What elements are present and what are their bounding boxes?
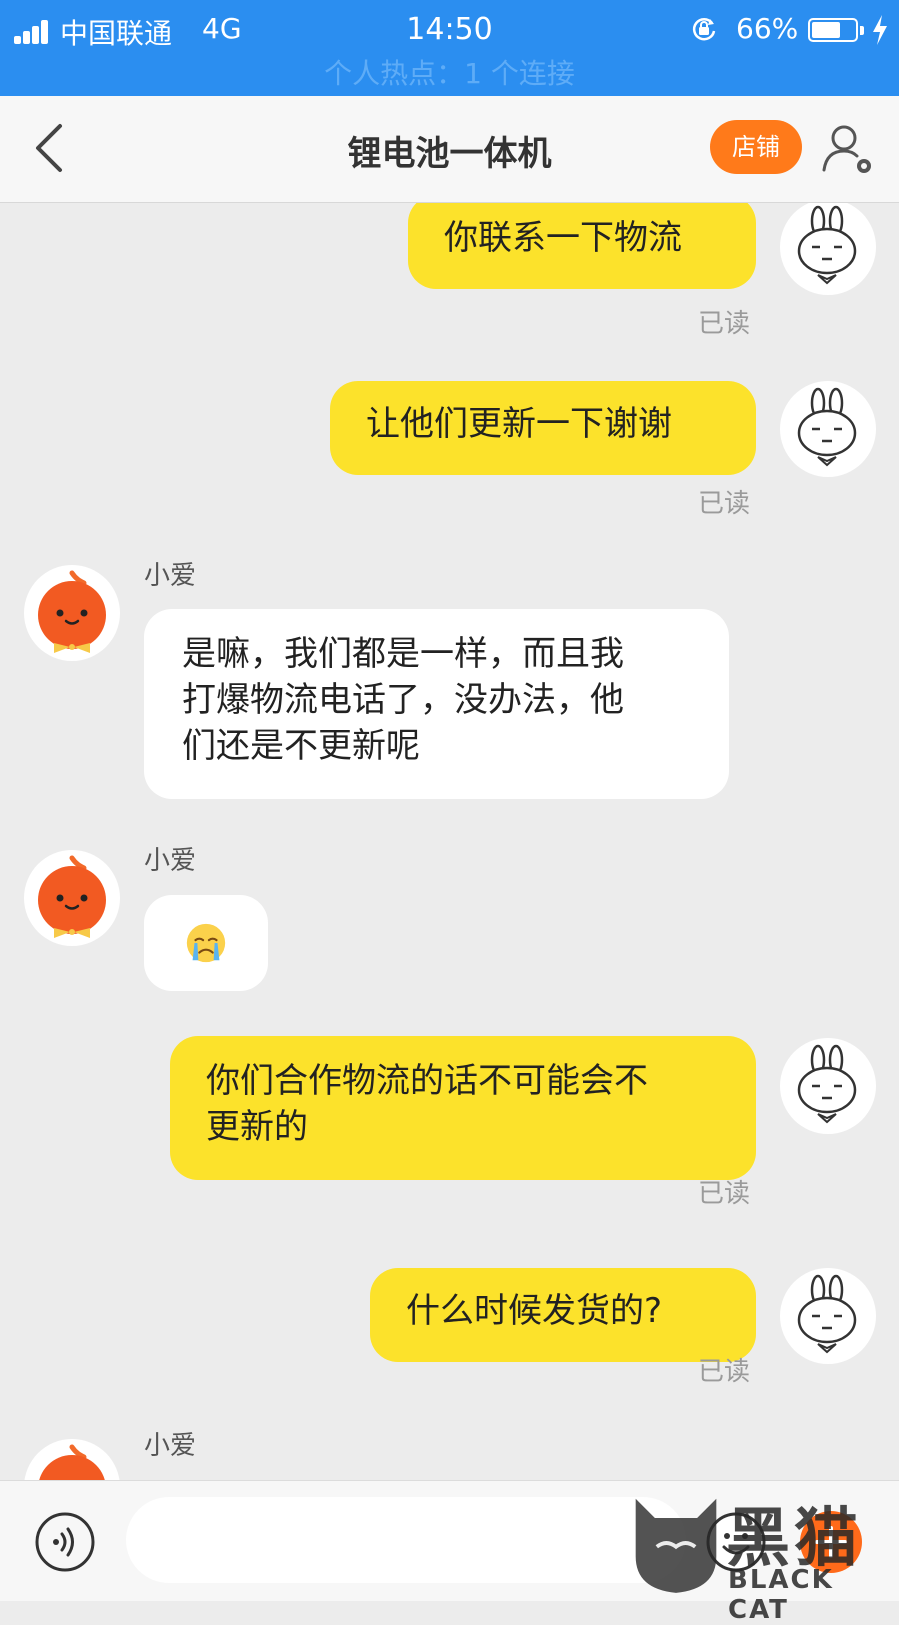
read-status: 已读 xyxy=(698,1357,751,1387)
rabbit-avatar-icon[interactable] xyxy=(780,203,876,295)
orange-mascot-avatar-icon[interactable] xyxy=(24,850,120,946)
read-status: 已读 xyxy=(698,309,751,339)
rabbit-avatar-icon[interactable] xyxy=(780,1038,876,1134)
hotspot-banner[interactable]: 个人热点：1 个连接 xyxy=(0,52,899,92)
read-status: 已读 xyxy=(698,489,751,519)
nav-bar: 锂电池一体机 店铺 xyxy=(0,96,899,203)
sender-name: 小爱 xyxy=(144,846,197,876)
message-line: 更新的 xyxy=(206,1107,308,1147)
battery-icon xyxy=(808,18,858,42)
their-message-bubble[interactable]: 是嘛，我们都是一样，而且我 打爆物流电话了，没办法，他 们还是不更新呢 xyxy=(144,609,729,799)
sender-name: 小爱 xyxy=(144,561,197,591)
my-message-bubble[interactable]: 什么时候发货的? xyxy=(370,1268,756,1362)
message-line: 打爆物流电话了，没办法，他 xyxy=(182,680,624,720)
rabbit-avatar-icon[interactable] xyxy=(780,1268,876,1364)
my-message-bubble[interactable]: 你联系一下物流 xyxy=(408,203,756,289)
battery-percent: 66% xyxy=(736,12,799,45)
their-message-bubble[interactable] xyxy=(144,895,268,991)
charging-icon xyxy=(873,15,887,45)
message-text: 什么时候发货的? xyxy=(406,1291,663,1331)
message-text: 让他们更新一下谢谢 xyxy=(366,404,672,444)
voice-icon[interactable] xyxy=(34,1511,96,1573)
sender-name: 小爱 xyxy=(144,1431,197,1461)
message-text: 你联系一下物流 xyxy=(444,218,682,258)
message-line: 你们合作物流的话不可能会不 xyxy=(206,1061,648,1101)
battery-tip xyxy=(860,26,864,35)
cat-logo-icon xyxy=(635,1498,717,1593)
chat-area[interactable]: 你联系一下物流 已读 让他们更新一下谢谢 已读 小爱 是嘛，我们都是一样，而且我… xyxy=(0,203,899,1480)
watermark: 黑猫 BLACK CAT xyxy=(628,1485,899,1625)
message-line: 是嘛，我们都是一样，而且我 xyxy=(182,634,624,674)
rotation-lock-icon xyxy=(692,18,716,41)
my-message-bubble[interactable]: 让他们更新一下谢谢 xyxy=(330,381,756,475)
shop-button[interactable]: 店铺 xyxy=(710,120,802,174)
status-bar: 中国联通 4G 14:50 66% 个人热点：1 个连接 xyxy=(0,0,899,96)
message-line: 们还是不更新呢 xyxy=(182,726,420,766)
read-status: 已读 xyxy=(698,1179,751,1209)
watermark-subtext: BLACK CAT xyxy=(728,1565,834,1625)
my-message-bubble[interactable]: 你们合作物流的话不可能会不 更新的 xyxy=(170,1036,756,1180)
crying-face-icon xyxy=(186,923,226,963)
orange-mascot-avatar-icon[interactable] xyxy=(24,1439,120,1480)
message-input[interactable] xyxy=(126,1497,686,1583)
orange-mascot-avatar-icon[interactable] xyxy=(24,565,120,661)
user-settings-icon[interactable] xyxy=(820,120,876,176)
rabbit-avatar-icon[interactable] xyxy=(780,381,876,477)
